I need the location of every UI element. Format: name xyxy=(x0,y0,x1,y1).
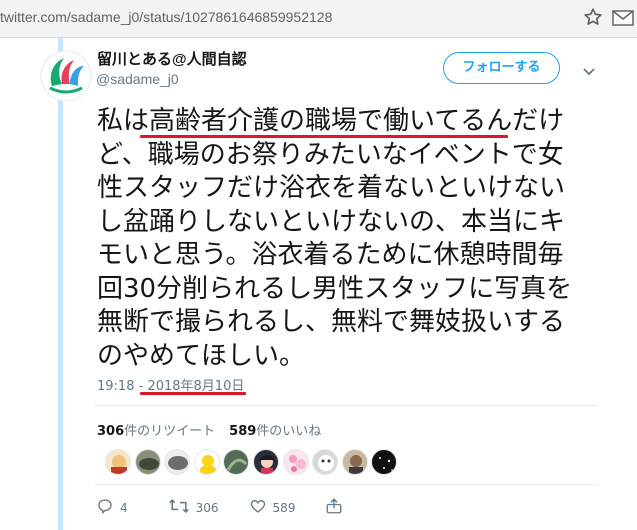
screen-name[interactable]: @sadame_j0 xyxy=(96,71,179,87)
share-button[interactable] xyxy=(325,497,343,519)
retweet-stat[interactable]: 306件のリツイート xyxy=(97,424,215,439)
tweet-text-line: のやめてほしい。 xyxy=(97,340,306,371)
like-button[interactable]: 589 xyxy=(249,497,296,519)
star-icon[interactable] xyxy=(582,6,604,32)
retweet-icon[interactable] xyxy=(168,497,190,519)
reply-button[interactable]: 4 xyxy=(96,497,128,519)
divider xyxy=(95,405,598,406)
like-stat[interactable]: 589件のいいね xyxy=(229,424,321,439)
address-bar[interactable]: twitter.com/sadame_j0/status/10278616468… xyxy=(0,0,637,38)
tweet-text-line: 私は高齢者介護の職場で働いてるんだけ xyxy=(97,106,565,136)
url-text[interactable]: twitter.com/sadame_j0/status/10278616468… xyxy=(0,9,332,25)
reply-count: 4 xyxy=(120,501,128,515)
like-action-count: 589 xyxy=(272,501,296,515)
date-highlight-underline xyxy=(140,392,246,395)
liker-avatar[interactable] xyxy=(371,449,398,475)
liker-avatar[interactable] xyxy=(341,449,368,475)
caret-down-icon[interactable] xyxy=(582,62,596,81)
tweet-stats: 306件のリツイート 589件のいいね xyxy=(97,420,321,439)
reply-icon[interactable] xyxy=(96,497,114,519)
tweet-text-line: し盆踊りしないといけないの、本当にキ xyxy=(97,206,566,237)
follow-button[interactable]: フォローする xyxy=(443,52,560,84)
avatar[interactable] xyxy=(40,50,92,102)
heart-icon[interactable] xyxy=(249,497,267,519)
conversation-thread-line xyxy=(58,38,63,530)
tweet-text-line: ど、職場のお祭りみたいなイベントで女 xyxy=(97,139,564,170)
retweet-button[interactable]: 306 xyxy=(168,497,219,519)
liker-avatar[interactable] xyxy=(312,449,339,475)
liker-avatar[interactable] xyxy=(105,449,131,475)
liker-avatar[interactable] xyxy=(164,449,191,475)
tweet-text-line: 回30分削られるし男性スタッフに写真を xyxy=(97,273,573,304)
liker-avatar[interactable] xyxy=(252,449,279,475)
tweet-text-line: モいと思う。浴衣着るために休憩時間毎 xyxy=(97,240,564,270)
retweet-action-count: 306 xyxy=(195,501,219,515)
tweet-actions: 4 306 589 xyxy=(96,497,373,519)
tweet-text-line: 無断で撮られるし、無料で舞妓扱いする xyxy=(97,307,566,337)
tweet-text-line: 性スタッフだけ浴衣を着ないといけない xyxy=(97,173,566,203)
liker-avatar[interactable] xyxy=(193,449,220,475)
liker-avatars xyxy=(105,449,401,475)
display-name[interactable]: 留川とある@人間自認 xyxy=(97,48,247,69)
liker-avatar[interactable] xyxy=(282,449,309,475)
tweet-time[interactable]: 19:18 xyxy=(97,379,134,394)
liker-avatar[interactable] xyxy=(134,449,161,475)
mail-icon[interactable] xyxy=(612,9,634,31)
highlight-underline xyxy=(140,135,508,138)
liker-avatar[interactable] xyxy=(223,449,250,475)
share-icon[interactable] xyxy=(325,497,343,519)
tweet-text: 私は高齢者介護の職場で働いてるんだけ ど、職場のお祭りみたいなイベントで女 性ス… xyxy=(97,105,607,373)
divider xyxy=(95,484,598,485)
